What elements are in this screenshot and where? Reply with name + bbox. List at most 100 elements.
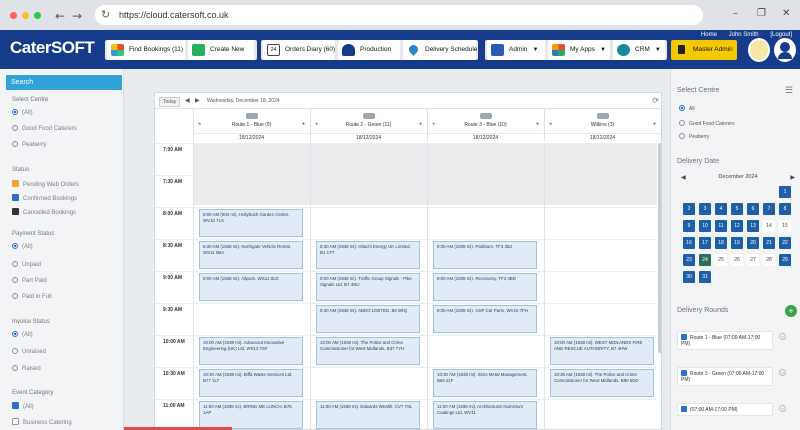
calendar-day[interactable]: 16 <box>683 237 695 249</box>
right-centre-all[interactable]: All <box>679 105 695 112</box>
delivery-event[interactable]: 9:00 AM (1938 mi). Allpack, WS11 8LD <box>199 273 303 301</box>
calendar-day[interactable]: 10 <box>699 220 711 232</box>
delivery-event[interactable]: 11:00 AM (1938 mi). Architectural Alumin… <box>433 401 537 429</box>
calendar-scrollbar[interactable] <box>658 143 661 353</box>
crm-dropdown[interactable]: CRM ▼ <box>613 40 665 60</box>
category-option-all[interactable]: (All) <box>12 402 34 410</box>
my-apps-dropdown[interactable]: My Apps ▼ <box>548 40 610 60</box>
delivery-event[interactable]: 10:30 AM (1938 mi). Sims Metal Managemen… <box>433 369 537 397</box>
calendar-day[interactable]: 17 <box>699 237 711 249</box>
calendar-day[interactable]: 18 <box>715 237 727 249</box>
back-arrow-icon[interactable]: ← <box>55 9 65 23</box>
remove-round-icon[interactable]: × <box>779 369 786 376</box>
calendar-day[interactable]: 7 <box>763 203 775 215</box>
home-link[interactable]: Home <box>701 32 717 38</box>
calendar-day[interactable]: 9 <box>683 220 695 232</box>
calendar-day[interactable]: 1 <box>779 186 791 198</box>
calendar-day[interactable]: 22 <box>779 237 791 249</box>
avatar[interactable] <box>774 38 796 62</box>
address-bar[interactable]: ↻ https://cloud.catersoft.co.uk <box>95 5 703 25</box>
centre-option-peaberry[interactable]: Peaberry <box>12 141 46 148</box>
delivery-event[interactable]: 9:00 AM (1938 mi). Traffic Group Signals… <box>316 273 420 301</box>
payment-option-unpaid[interactable]: Unpaid <box>12 261 41 268</box>
menu-icon[interactable]: ☰ <box>785 85 793 96</box>
current-date-label[interactable]: Wednesday, December 18, 2024 <box>207 98 280 104</box>
delivery-event[interactable]: 9:00 AM (1938 mi). Reconomy, TF3 3BD <box>433 273 537 301</box>
delivery-event[interactable]: 9:30 AM (1938 mi). GSF Car Parts, WV10 7… <box>433 305 537 333</box>
delivery-event[interactable]: 8:30 AM (1938 mi). Northgate Vehicle Ren… <box>199 241 303 269</box>
calendar-day[interactable]: 30 <box>683 271 695 283</box>
minimize-icon[interactable]: – <box>733 8 738 19</box>
minimize-window-dot[interactable] <box>22 12 29 19</box>
calendar-day[interactable]: 12 <box>731 220 743 232</box>
production-button[interactable]: Production <box>338 40 400 60</box>
payment-option-part-paid[interactable]: Part Paid <box>12 277 47 284</box>
find-bookings-button[interactable]: Find Bookings (11) <box>107 40 185 60</box>
invoice-option-all[interactable]: (All) <box>12 331 33 338</box>
calendar-day[interactable]: 14 <box>763 220 775 232</box>
prev-day-icon[interactable]: ◀ <box>185 97 190 104</box>
delivery-event[interactable]: 10:30 AM (1938 mi). The Police and Crime… <box>550 369 654 397</box>
status-pending[interactable]: Pending Web Orders <box>12 180 79 188</box>
close-window-dot[interactable] <box>10 12 17 19</box>
calendar-day[interactable]: 20 <box>747 237 759 249</box>
logout-link[interactable]: [Logout] <box>770 32 792 38</box>
delivery-schedule-button[interactable]: Delivery Schedule <box>403 40 477 60</box>
delivery-event[interactable]: 8:30 AM (1938 mi). Hitachi Energy UK Lim… <box>316 241 420 269</box>
delivery-round-item[interactable]: Route 3 - Green (07:00 AM-17:00 PM) <box>677 367 773 386</box>
calendar-day[interactable]: 24 <box>699 254 711 266</box>
centre-option-good-food[interactable]: Good Food Caterers <box>12 125 77 132</box>
calendar-day[interactable]: 11 <box>715 220 727 232</box>
calendar-day[interactable]: 2 <box>683 203 695 215</box>
status-cancelled[interactable]: Cancelled Bookings <box>12 208 76 216</box>
create-new-button[interactable]: Create New <box>188 40 254 60</box>
category-option-business[interactable]: Business Catering <box>12 418 72 426</box>
invoice-option-raised[interactable]: Raised <box>12 365 41 372</box>
centre-option-all[interactable]: (All) <box>12 109 33 116</box>
calendar-day[interactable]: 5 <box>731 203 743 215</box>
delivery-event[interactable]: 8:30 AM (1938 mi). Parkburn, TF3 3BJ <box>433 241 537 269</box>
maximize-window-dot[interactable] <box>34 12 41 19</box>
calendar-day[interactable]: 27 <box>747 254 759 266</box>
delivery-event[interactable]: 11:00 AM (1938 mi). Edwards Wealth, CV7 … <box>316 401 420 429</box>
delivery-event[interactable]: 10:30 AM (1938 mi). Biffa Waste Services… <box>199 369 303 397</box>
user-name-link[interactable]: John Smith <box>729 32 759 38</box>
delivery-event[interactable]: 10:00 AM (1938 mi). Advanced Innovative … <box>199 337 303 365</box>
calendar-day[interactable]: 29 <box>779 254 791 266</box>
orders-diary-button[interactable]: 24 Orders Diary (60) <box>263 40 335 60</box>
right-centre-good-food[interactable]: Good Food Caterers <box>679 120 735 127</box>
refresh-icon[interactable]: ⟳ <box>652 96 659 105</box>
delivery-round-item[interactable]: (07:00 AM-17:00 PM) <box>677 403 773 416</box>
delivery-round-item[interactable]: Route 1 - Blue (07:00 AM-17:00 PM) <box>677 331 773 350</box>
calendar-day[interactable]: 13 <box>747 220 759 232</box>
calendar-day[interactable]: 28 <box>763 254 775 266</box>
status-confirmed[interactable]: Confirmed Bookings <box>12 194 77 202</box>
calendar-day[interactable]: 3 <box>699 203 711 215</box>
forward-arrow-icon[interactable]: → <box>72 9 82 23</box>
delivery-event[interactable]: 11:00 AM (1938 mi). BRING ME LUNCH, B76 … <box>199 401 303 429</box>
calendar-day[interactable]: 25 <box>715 254 727 266</box>
calendar-day[interactable]: 23 <box>683 254 695 266</box>
restore-icon[interactable]: ❐ <box>757 8 766 19</box>
close-icon[interactable]: ✕ <box>782 8 790 19</box>
remove-round-icon[interactable]: × <box>779 333 786 340</box>
admin-dropdown[interactable]: Admin ▼ <box>487 40 545 60</box>
payment-option-all[interactable]: (All) <box>12 243 33 250</box>
delivery-event[interactable]: 8:00 AM (000 mi). Hollybush Garden Centr… <box>199 209 303 237</box>
next-day-icon[interactable]: ▶ <box>195 97 200 104</box>
calendar-day[interactable]: 21 <box>763 237 775 249</box>
delivery-event[interactable]: 10:00 AM (1938 mi). The Police and Crime… <box>316 337 420 365</box>
calendar-day[interactable]: 6 <box>747 203 759 215</box>
right-centre-peaberry[interactable]: Peaberry <box>679 133 709 140</box>
next-month-icon[interactable]: ▶ <box>790 174 795 181</box>
delivery-event[interactable]: 10:00 AM (1938 mi). WEST MIDLANDS FIRE A… <box>550 337 654 365</box>
calendar-day[interactable]: 15 <box>779 220 791 232</box>
reload-icon[interactable]: ↻ <box>101 8 110 21</box>
prev-month-icon[interactable]: ◀ <box>681 174 686 181</box>
badge-icon[interactable] <box>748 38 770 62</box>
master-admin-button[interactable]: Master Admin <box>671 40 737 60</box>
calendar-day[interactable]: 19 <box>731 237 743 249</box>
search-header[interactable]: Search <box>6 75 122 90</box>
calendar-day[interactable]: 26 <box>731 254 743 266</box>
today-button[interactable]: Today <box>159 97 181 107</box>
